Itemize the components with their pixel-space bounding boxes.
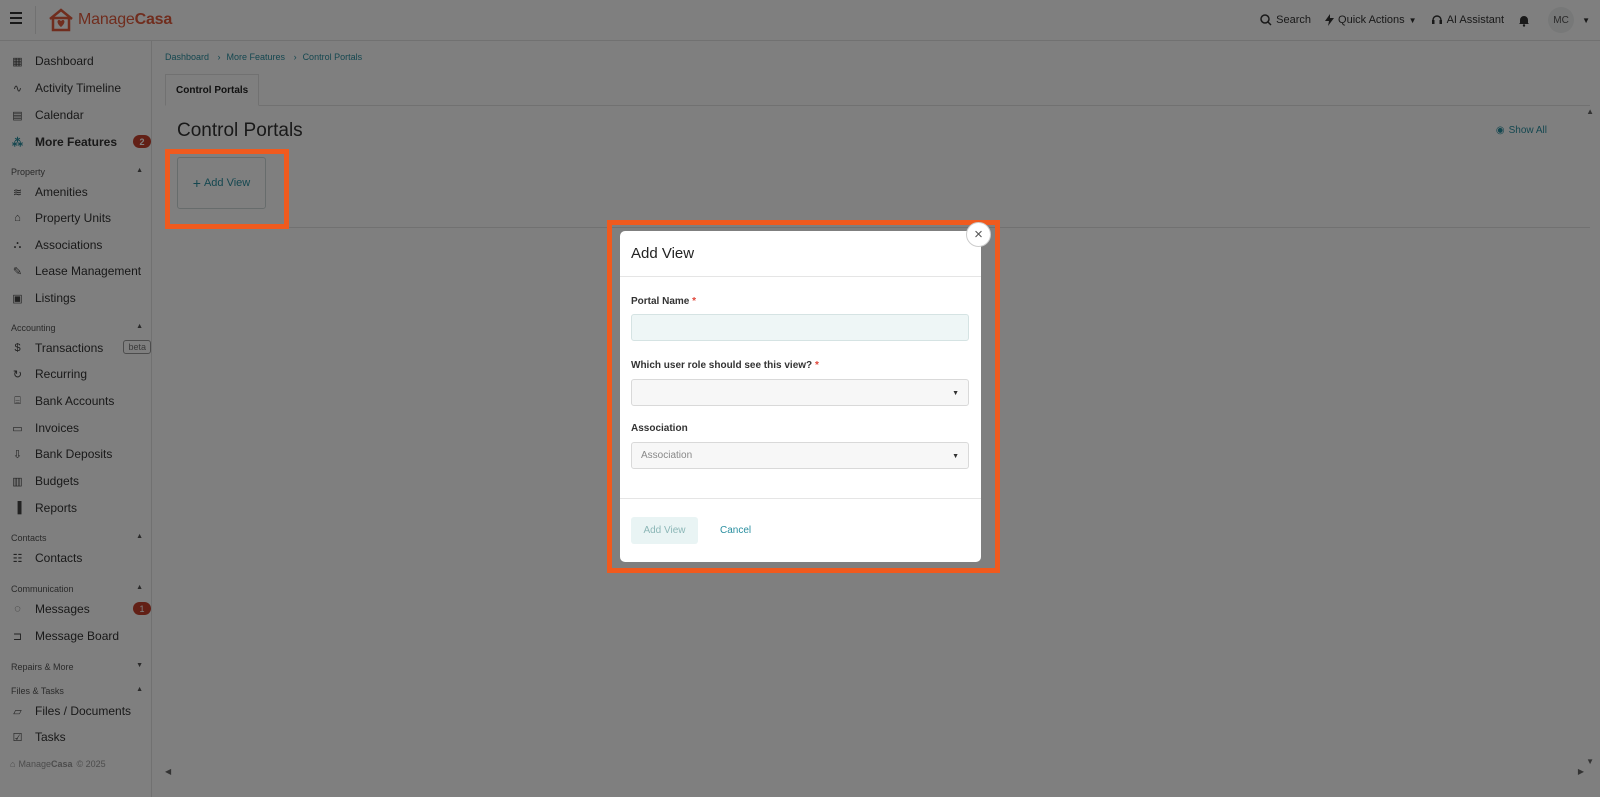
required-mark: * xyxy=(814,360,819,371)
divider xyxy=(620,498,981,499)
portal-name-label: Portal Name * xyxy=(631,296,696,307)
required-mark: * xyxy=(692,296,697,307)
close-icon[interactable]: × xyxy=(966,222,991,247)
highlight-add-view-card xyxy=(165,149,289,229)
association-label: Association xyxy=(631,423,688,434)
role-select[interactable]: ▼ xyxy=(631,379,969,406)
divider xyxy=(620,276,981,277)
chevron-down-icon: ▼ xyxy=(952,453,959,460)
select-placeholder: Association xyxy=(641,450,693,461)
chevron-down-icon: ▼ xyxy=(952,390,959,397)
add-view-modal: Add View Portal Name * Which user role s… xyxy=(620,231,981,562)
add-view-button[interactable]: Add View xyxy=(631,517,698,544)
label-text: Which user role should see this view? xyxy=(631,360,813,371)
association-select[interactable]: Association ▼ xyxy=(631,442,969,469)
portal-name-input[interactable] xyxy=(631,314,969,341)
role-label: Which user role should see this view? * xyxy=(631,360,819,371)
label-text: Portal Name xyxy=(631,296,690,307)
modal-title: Add View xyxy=(631,245,695,262)
cancel-button[interactable]: Cancel xyxy=(720,517,751,544)
